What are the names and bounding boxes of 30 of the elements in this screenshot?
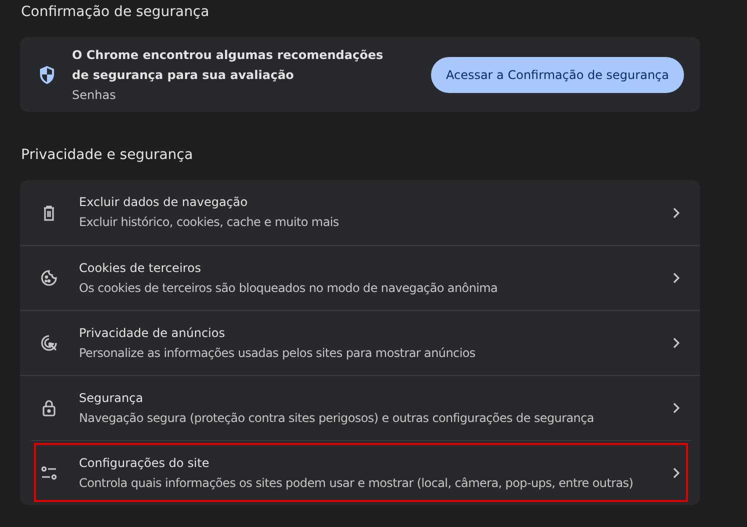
shield-icon (38, 64, 56, 84)
safety-message: O Chrome encontrou algumas recomendações de segurança para sua avaliação (72, 46, 384, 84)
row-description: Excluir histórico, cookies, cache e muito mais (79, 214, 340, 231)
row-title: Configurações do site (79, 454, 210, 472)
cookie-icon (40, 269, 58, 287)
row-description: Controla quais informações os sites podem usar e mostrar (local, câmera, pop-ups, entre outras) (79, 474, 634, 492)
settings-row[interactable]: Excluir dados de navegação Excluir histórico, cookies, cache e muito mais (20, 180, 700, 245)
row-description: Os cookies de terceiros são bloqueados no modo de navegação anônima (79, 280, 499, 296)
section-heading: Privacidade e segurança (21, 146, 194, 164)
chevron-right-icon (672, 206, 680, 218)
settings-row[interactable]: Configurações do site Controla quais informações os sites podem usar e mostrar (local, câmera, pop-ups, entre outras) (31, 440, 691, 505)
sliders-icon (40, 464, 58, 482)
row-description: Navegação segura (proteção contra sites perigosos) e outras configurações de segurança (79, 410, 595, 426)
settings-row[interactable]: Cookies de terceiros Os cookies de terceiros são bloqueados no modo de navegação anônima (20, 245, 700, 310)
safety-detail: Senhas (72, 86, 117, 104)
row-title: Segurança (79, 390, 144, 406)
row-description: Personalize as informações usadas pelos sites para mostrar anúncios (79, 344, 476, 362)
safety-check-button[interactable]: Acessar a Confirmação de segurança (430, 56, 684, 92)
chevron-right-icon (672, 402, 680, 414)
chevron-right-icon (672, 337, 680, 349)
section-heading: Confirmação de segurança (21, 3, 210, 21)
row-title: Privacidade de anúncios (79, 324, 226, 342)
chevron-right-icon (672, 467, 680, 479)
cursor-target-icon (40, 334, 58, 352)
row-title: Cookies de terceiros (79, 260, 202, 276)
row-title: Excluir dados de navegação (79, 194, 249, 211)
chevron-right-icon (672, 272, 680, 284)
lock-icon (40, 399, 58, 417)
settings-row[interactable]: Segurança Navegação segura (proteção contra sites perigosos) e outras configurações de segurança (20, 375, 700, 440)
settings-row[interactable]: Privacidade de anúncios Personalize as informações usadas pelos sites para mostrar anúncios (20, 310, 700, 375)
